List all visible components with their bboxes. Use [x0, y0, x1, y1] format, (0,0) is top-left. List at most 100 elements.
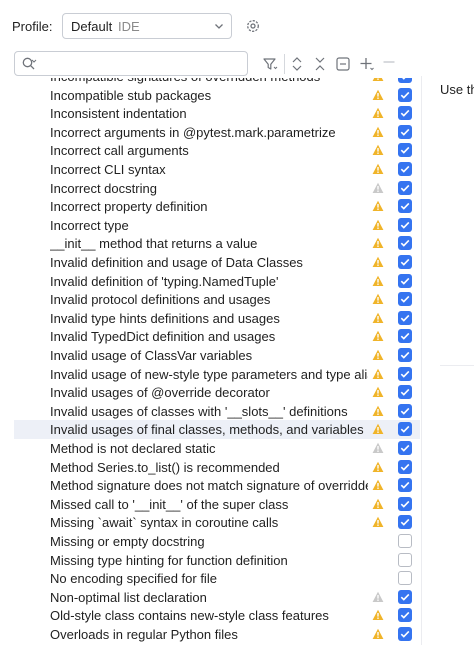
expand-all-button[interactable]	[290, 55, 304, 73]
inspection-checkbox[interactable]	[398, 78, 412, 83]
inspection-checkbox[interactable]	[398, 552, 412, 567]
profile-label: Profile:	[12, 19, 53, 34]
inspection-checkbox[interactable]	[398, 589, 412, 604]
inspection-row[interactable]: No encoding specified for file	[14, 569, 420, 588]
inspection-row[interactable]: Method signature does not match signatur…	[14, 476, 420, 495]
inspection-checkbox[interactable]	[398, 199, 412, 214]
inspection-checkbox[interactable]	[398, 217, 412, 232]
inspection-row[interactable]: Non-optimal list declaration	[14, 588, 420, 607]
inspection-checkbox[interactable]	[398, 310, 412, 325]
inspection-label: Incorrect property definition	[50, 199, 208, 215]
inspection-checkbox[interactable]	[398, 478, 412, 493]
inspection-row[interactable]: Incorrect docstring	[14, 179, 420, 198]
inspection-row[interactable]: Missing `await` syntax in coroutine call…	[14, 513, 420, 532]
filter-button[interactable]	[262, 55, 278, 73]
minus-button[interactable]	[382, 55, 396, 73]
inspection-checkbox[interactable]	[398, 627, 412, 641]
inspection-label: Overloads in regular Python files	[50, 627, 238, 642]
inspection-row[interactable]: Incorrect CLI syntax	[14, 160, 420, 179]
inspection-row[interactable]: Invalid definition of 'typing.NamedTuple…	[14, 272, 420, 291]
inspection-checkbox[interactable]	[398, 385, 412, 400]
inspection-row[interactable]: Invalid usage of new-style type paramete…	[14, 365, 420, 384]
search-input[interactable]	[45, 55, 241, 72]
inspection-row[interactable]: Incorrect type	[14, 216, 420, 235]
inspection-row[interactable]: Incorrect call arguments	[14, 141, 420, 160]
description-text: Use th	[440, 82, 474, 97]
inspection-row[interactable]: Incompatible stub packages	[14, 86, 420, 105]
remove-button[interactable]	[335, 55, 351, 73]
warning-icon	[372, 349, 384, 360]
inspection-checkbox[interactable]	[398, 459, 412, 474]
checkmark-icon	[400, 147, 410, 155]
inspection-row[interactable]: Missing type hinting for function defini…	[14, 551, 420, 570]
inspection-checkbox[interactable]	[398, 403, 412, 418]
inspection-row[interactable]: Inconsistent indentation	[14, 104, 420, 123]
inspection-row[interactable]: Invalid TypedDict definition and usages	[14, 327, 420, 346]
warning-icon	[372, 386, 384, 398]
inspection-label: Incorrect CLI syntax	[50, 162, 166, 177]
inspection-row[interactable]: Invalid usages of @override decorator	[14, 383, 420, 402]
inspection-checkbox[interactable]	[398, 571, 412, 586]
checkmark-icon	[400, 221, 410, 229]
inspection-checkbox[interactable]	[398, 534, 412, 548]
checkmark-icon	[400, 240, 410, 248]
inspection-checkbox[interactable]	[398, 348, 412, 362]
inspection-row[interactable]: Incompatible signatures of overridden me…	[14, 78, 420, 86]
profile-bar: Profile: Default IDE	[0, 0, 474, 50]
inspection-checkbox[interactable]	[398, 496, 412, 511]
weak-warning-icon	[372, 442, 384, 453]
search-field[interactable]	[14, 51, 248, 76]
inspection-row[interactable]: Invalid type hints definitions and usage…	[14, 309, 420, 328]
inspection-checkbox[interactable]	[398, 329, 412, 344]
warning-icon	[372, 498, 384, 509]
inspection-checkbox[interactable]	[398, 106, 412, 121]
inspection-checkbox[interactable]	[398, 143, 412, 158]
inspection-row[interactable]: Overloads in regular Python files	[14, 625, 420, 644]
inspection-row[interactable]: __init__ method that returns a value	[14, 234, 420, 253]
inspection-checkbox[interactable]	[398, 441, 412, 455]
profile-dropdown[interactable]: Default IDE	[62, 13, 232, 39]
inspection-label: Invalid usages of @override decorator	[50, 385, 270, 401]
warning-icon	[372, 610, 384, 621]
inspection-row[interactable]: Invalid usage of ClassVar variables	[14, 346, 420, 365]
inspection-row[interactable]: Invalid definition and usage of Data Cla…	[14, 253, 420, 272]
inspection-checkbox[interactable]	[398, 180, 412, 195]
checkmark-icon	[400, 630, 410, 638]
inspection-checkbox[interactable]	[398, 124, 412, 139]
inspection-checkbox[interactable]	[398, 515, 412, 530]
inspection-row[interactable]: Method Series.to_list() is recommended	[14, 458, 420, 477]
inspection-checkbox[interactable]	[398, 292, 412, 307]
inspection-checkbox[interactable]	[398, 236, 412, 251]
inspection-row[interactable]: Invalid protocol definitions and usages	[14, 290, 420, 309]
pane-divider[interactable]	[421, 76, 422, 645]
inspection-row[interactable]: Invalid usages of final classes, methods…	[14, 420, 420, 439]
inspection-checkbox[interactable]	[398, 608, 412, 623]
inspection-row[interactable]: Incorrect property definition	[14, 197, 420, 216]
gear-icon[interactable]	[244, 17, 262, 35]
inspection-checkbox[interactable]	[398, 255, 412, 269]
inspection-checkbox[interactable]	[398, 273, 412, 288]
inspection-list[interactable]: Incompatible signatures of overridden me…	[14, 78, 420, 645]
inspection-label: Missing or empty docstring	[50, 534, 205, 549]
inspection-row[interactable]: Incorrect arguments in @pytest.mark.para…	[14, 123, 420, 142]
add-button[interactable]	[359, 55, 375, 73]
checkmark-icon	[400, 370, 410, 378]
inspection-row[interactable]: Missed call to '__init__' of the super c…	[14, 495, 420, 514]
add-icon	[360, 58, 374, 71]
inspection-label: Incorrect type	[50, 217, 129, 233]
chevron-down-icon	[215, 24, 223, 29]
inspection-row[interactable]: Missing or empty docstring	[14, 532, 420, 551]
warning-icon	[372, 145, 384, 156]
warning-icon	[372, 219, 384, 230]
checkmark-icon	[400, 482, 410, 489]
inspection-row[interactable]: Invalid usages of classes with '__slots_…	[14, 402, 420, 421]
inspection-row[interactable]: Old-style class contains new-style class…	[14, 606, 420, 625]
collapse-all-button[interactable]	[313, 55, 327, 73]
inspection-checkbox[interactable]	[398, 366, 412, 381]
inspection-checkbox[interactable]	[398, 87, 412, 102]
inspection-checkbox[interactable]	[398, 162, 412, 176]
inspection-label: Missing type hinting for function defini…	[50, 552, 288, 568]
checkmark-icon	[400, 128, 410, 136]
inspection-row[interactable]: Method is not declared static	[14, 439, 420, 458]
inspection-checkbox[interactable]	[398, 422, 412, 437]
